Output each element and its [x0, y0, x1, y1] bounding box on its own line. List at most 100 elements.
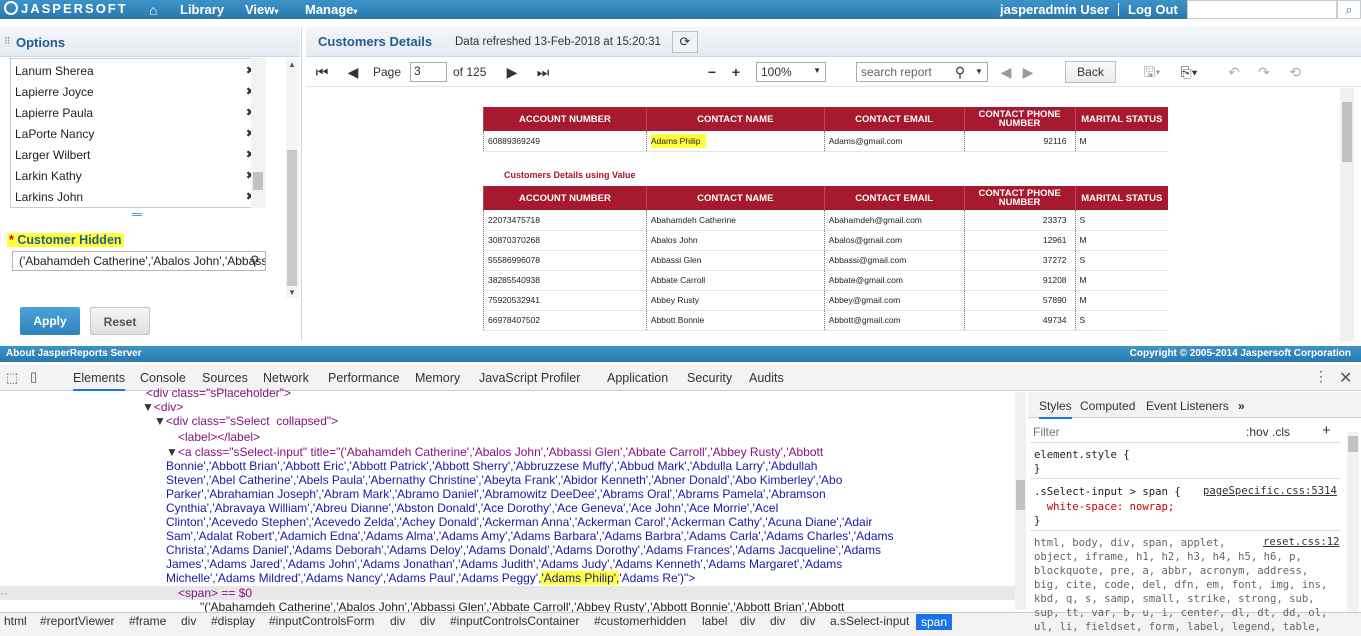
tab-event-listeners[interactable]: Event Listeners	[1146, 399, 1229, 413]
breadcrumb-item[interactable]: div	[420, 614, 435, 628]
breadcrumb-item[interactable]: #reportViewer	[40, 614, 114, 628]
options-scrollbar-thumb[interactable]	[287, 150, 297, 286]
breadcrumb-item[interactable]: div	[770, 614, 785, 628]
tab-javascript-profiler[interactable]: JavaScript Profiler	[479, 371, 580, 385]
tab-application[interactable]: Application	[607, 371, 668, 385]
tab-performance[interactable]: Performance	[328, 371, 400, 385]
tab-elements[interactable]: Elements	[73, 371, 126, 391]
nav-library[interactable]: Library	[180, 2, 224, 17]
styles-scrollbar-thumb[interactable]	[1348, 436, 1358, 452]
elements-scrollbar-thumb[interactable]	[1016, 480, 1025, 510]
grip-icon[interactable]: ⠿	[4, 36, 11, 47]
breadcrumb-item[interactable]: div	[740, 614, 755, 628]
previous-match-icon[interactable]: ◀	[998, 61, 1014, 83]
tab-security[interactable]: Security	[687, 371, 732, 385]
apply-button[interactable]: Apply	[20, 307, 80, 335]
close-icon[interactable]: ✕	[1339, 368, 1352, 388]
next-page-icon[interactable]: ▶	[502, 61, 522, 83]
export-icon[interactable]: ⎘▾	[1174, 61, 1204, 83]
nav-view[interactable]: View▾	[245, 2, 278, 17]
search-icon[interactable]: ⚲	[250, 253, 260, 269]
breadcrumb-item[interactable]: #inputControlsForm	[269, 614, 374, 628]
breadcrumb-item[interactable]: #customerhidden	[594, 614, 686, 628]
breadcrumb-item[interactable]: div	[800, 614, 815, 628]
ellipsis-icon[interactable]: ··	[0, 586, 8, 600]
reset-view-icon[interactable]: ⟲	[1283, 61, 1307, 83]
style-rule[interactable]: .sSelect-input > span {	[1034, 485, 1181, 499]
inspect-element-icon[interactable]: ⬚	[6, 370, 18, 386]
more-options-icon[interactable]: ⋮	[1314, 368, 1328, 385]
breadcrumb-item-selected[interactable]: span	[916, 614, 953, 630]
undo-icon[interactable]: ↶	[1222, 61, 1246, 83]
breadcrumb-item[interactable]: label	[702, 614, 727, 628]
expand-triangle-icon[interactable]: ▼	[142, 400, 154, 414]
report-scrollbar-thumb[interactable]	[1342, 102, 1352, 162]
tab-memory[interactable]: Memory	[415, 371, 460, 385]
jaspersoft-logo[interactable]: JASPERSOFT	[4, 1, 128, 16]
tab-console[interactable]: Console	[140, 371, 186, 385]
search-icon[interactable]: ⚲	[950, 61, 970, 83]
breadcrumb-item[interactable]: div	[390, 614, 405, 628]
save-icon[interactable]: 🖫▾	[1138, 61, 1166, 83]
search-icon[interactable]: ⌕	[1337, 0, 1361, 19]
tab-sources[interactable]: Sources	[202, 371, 248, 385]
list-item[interactable]: Lanum Sherea✖	[15, 64, 255, 85]
list-scrollbar-thumb[interactable]	[253, 172, 263, 190]
source-link[interactable]: reset.css:12	[1263, 536, 1340, 548]
search-options-chevron-icon[interactable]: ▼	[972, 61, 986, 83]
scroll-down-arrow-icon[interactable]: ▼	[288, 288, 296, 297]
style-rule[interactable]: html, body, div, span, applet,	[1034, 536, 1225, 550]
list-item[interactable]: Lapierre Paula✖	[15, 106, 255, 127]
more-tabs-icon[interactable]: »	[1238, 399, 1245, 413]
styles-filter-input[interactable]: Filter	[1033, 425, 1060, 439]
next-match-icon[interactable]: ▶	[1020, 61, 1036, 83]
dom-node[interactable]: <label></label>	[178, 430, 260, 444]
last-page-icon[interactable]: ⏭	[533, 61, 553, 83]
breadcrumb-item[interactable]: #display	[211, 614, 255, 628]
tab-network[interactable]: Network	[263, 371, 309, 385]
about-link[interactable]: About JasperReports Server	[6, 348, 142, 359]
dom-node[interactable]: ▼<a class="sSelect-input" title="('Abaha…	[166, 445, 823, 459]
expand-triangle-icon[interactable]: ▼	[154, 414, 166, 428]
home-icon[interactable]: ⌂	[149, 2, 157, 18]
logout-link[interactable]: Log Out	[1128, 2, 1178, 17]
back-button[interactable]: Back	[1065, 61, 1116, 83]
breadcrumb-item[interactable]: #inputControlsContainer	[450, 614, 579, 628]
scroll-up-arrow-icon[interactable]: ▲	[288, 60, 296, 69]
zoom-in-icon[interactable]: +	[726, 61, 746, 83]
hov-cls-toggles[interactable]: :hov .cls	[1246, 425, 1290, 439]
tab-audits[interactable]: Audits	[749, 371, 784, 385]
resize-handle[interactable]	[132, 213, 142, 216]
first-page-icon[interactable]: ⏮	[312, 61, 332, 83]
refresh-icon[interactable]: ⟳	[672, 31, 698, 53]
list-item[interactable]: LaPorte Nancy✖	[15, 127, 255, 148]
device-toolbar-icon[interactable]: ▯	[30, 369, 37, 385]
global-search-input[interactable]	[1187, 0, 1337, 19]
customer-hidden-input[interactable]: ('Abahamdeh Catherine','Abalos John','Ab…	[12, 251, 266, 271]
nav-manage[interactable]: Manage▾	[305, 2, 357, 17]
page-number-input[interactable]: 3	[410, 62, 447, 82]
previous-page-icon[interactable]: ◀	[343, 61, 363, 83]
breadcrumb-item[interactable]: a.sSelect-input	[830, 614, 909, 628]
styles-scrollbar[interactable]	[1347, 432, 1359, 612]
list-item[interactable]: Larger Wilbert✖	[15, 148, 255, 169]
breadcrumb-item[interactable]: html	[4, 614, 27, 628]
dom-node[interactable]: <div class="sPlaceholder">	[146, 386, 291, 400]
add-style-icon[interactable]: +	[1322, 422, 1331, 439]
reset-button[interactable]: Reset	[90, 307, 150, 335]
list-item[interactable]: Lapierre Joyce✖	[15, 85, 255, 106]
customer-list[interactable]: Lanum Sherea✖ Lapierre Joyce✖ Lapierre P…	[10, 58, 266, 208]
source-link[interactable]: pageSpecific.css:5314	[1203, 485, 1337, 497]
style-property[interactable]: white-space: nowrap;	[1034, 500, 1175, 514]
redo-icon[interactable]: ↷	[1252, 61, 1276, 83]
style-rule[interactable]: element.style {	[1034, 448, 1130, 462]
dom-node[interactable]: ▼<div>	[142, 400, 183, 414]
dom-node-selected[interactable]: <span> == $0	[178, 586, 252, 600]
tab-styles[interactable]: Styles	[1039, 399, 1072, 419]
dom-node[interactable]: ▼<div class="sSelect collapsed">	[154, 414, 338, 428]
zoom-out-icon[interactable]: −	[702, 61, 722, 83]
zoom-select[interactable]: 100% ▼	[756, 62, 826, 82]
list-item[interactable]: Larkins John✖	[15, 190, 255, 207]
list-item[interactable]: Larkin Kathy✖	[15, 169, 255, 190]
breadcrumb-item[interactable]: #frame	[129, 614, 166, 628]
